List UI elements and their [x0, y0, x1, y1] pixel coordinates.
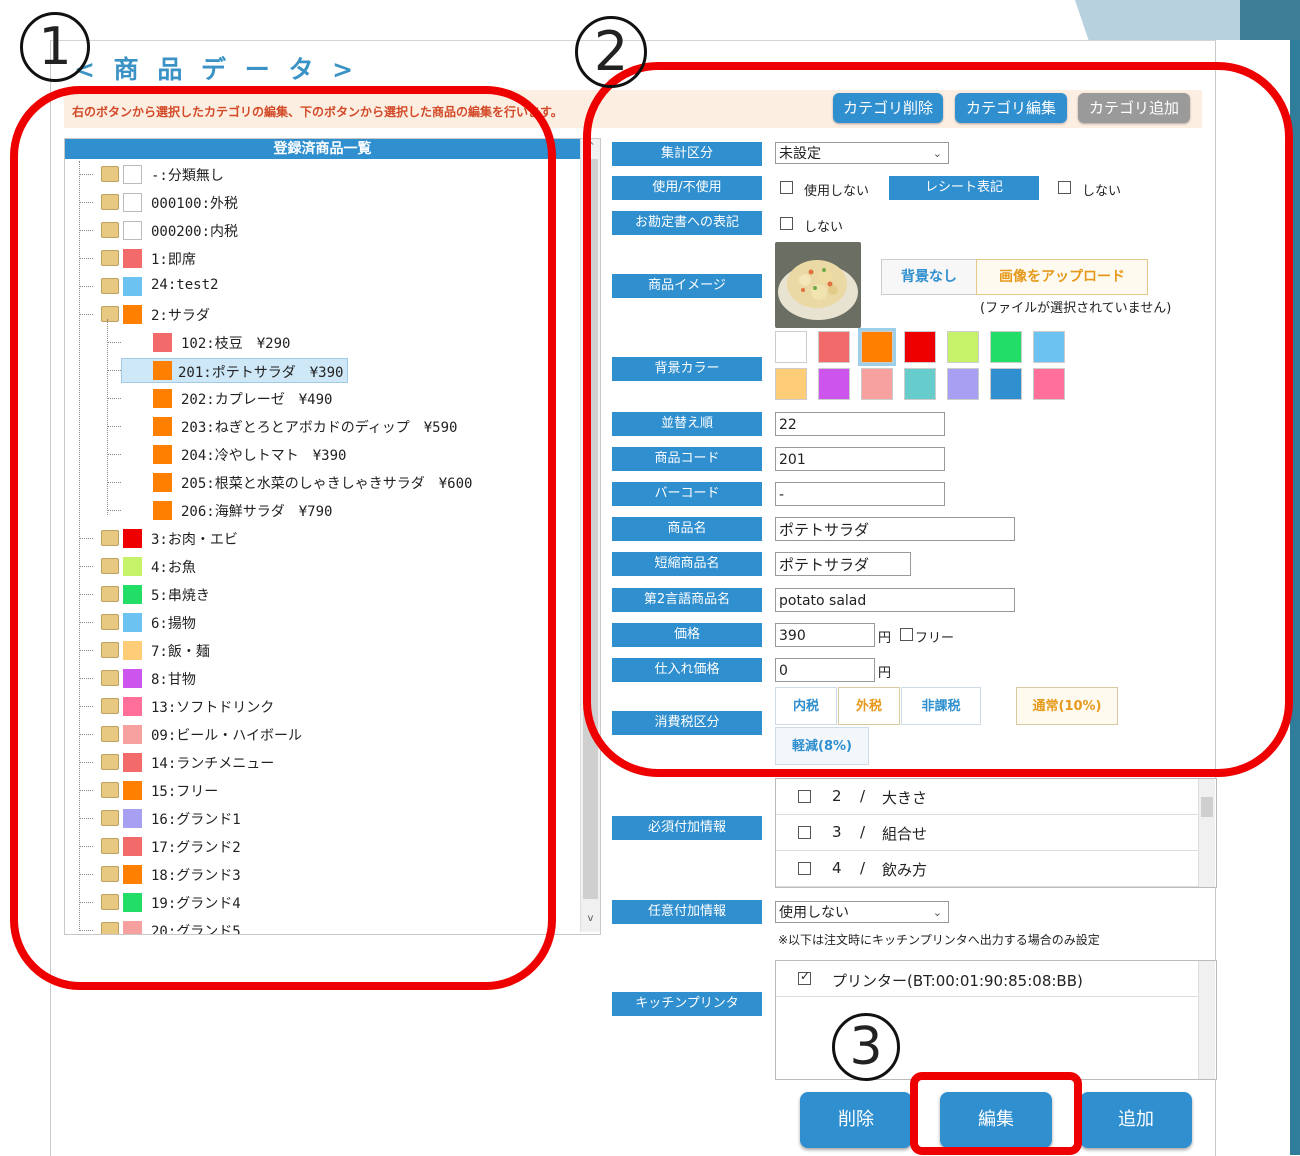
- list-item[interactable]: 3 / 組合せ: [776, 815, 1198, 851]
- list-item[interactable]: 4 / 飲み方: [776, 851, 1198, 887]
- kitchen-printer-scrollbar[interactable]: [1198, 961, 1215, 1079]
- option-checkbox[interactable]: [798, 826, 811, 839]
- optional-info-select[interactable]: 使用しない ⌄: [775, 901, 949, 923]
- annotation-box-2: [583, 62, 1293, 777]
- required-options-scrollbar[interactable]: [1198, 779, 1215, 887]
- add-button[interactable]: 追加: [1080, 1092, 1192, 1148]
- optional-info-label: 任意付加情報: [612, 900, 762, 924]
- printer-checkbox[interactable]: ✓: [798, 969, 811, 985]
- option-separator: /: [860, 823, 866, 841]
- required-options-scroll-thumb[interactable]: [1201, 797, 1213, 817]
- annotation-number-1: 1: [20, 12, 90, 82]
- annotation-number-2: 2: [575, 16, 647, 88]
- option-name: 飲み方: [882, 861, 928, 879]
- printer-name: プリンター(BT:00:01:90:85:08:BB): [832, 972, 1083, 990]
- option-checkbox[interactable]: [798, 862, 811, 875]
- option-name: 大きさ: [882, 789, 928, 807]
- annotation-box-1: [10, 86, 556, 990]
- option-name: 組合せ: [882, 825, 928, 843]
- option-separator: /: [860, 787, 866, 805]
- kitchen-printer-label: キッチンプリンタ: [612, 992, 762, 1016]
- delete-button[interactable]: 削除: [800, 1092, 912, 1148]
- chevron-down-icon: ⌄: [932, 906, 942, 919]
- required-options-list: 2 / 大きさ 3 / 組合せ 4 / 飲み方: [775, 778, 1217, 888]
- kitchen-printer-note: ※以下は注文時にキッチンプリンタへ出力する場合のみ設定: [778, 933, 1100, 947]
- check-icon: ✓: [800, 969, 811, 983]
- option-number: 2: [832, 787, 842, 805]
- option-number: 4: [832, 859, 842, 877]
- page-title: < 商 品 デ ー タ >: [74, 55, 359, 84]
- option-number: 3: [832, 823, 842, 841]
- annotation-number-3: 3: [832, 1013, 900, 1081]
- list-item[interactable]: ✓ プリンター(BT:00:01:90:85:08:BB): [776, 961, 1198, 997]
- option-separator: /: [860, 859, 866, 877]
- annotation-box-3: [910, 1072, 1082, 1155]
- scroll-down-icon[interactable]: v: [581, 913, 600, 924]
- corner-decoration-dark: [1240, 0, 1300, 40]
- option-checkbox[interactable]: [798, 790, 811, 803]
- required-options-label: 必須付加情報: [612, 816, 762, 840]
- list-item[interactable]: 2 / 大きさ: [776, 779, 1198, 815]
- optional-info-value: 使用しない: [779, 905, 849, 921]
